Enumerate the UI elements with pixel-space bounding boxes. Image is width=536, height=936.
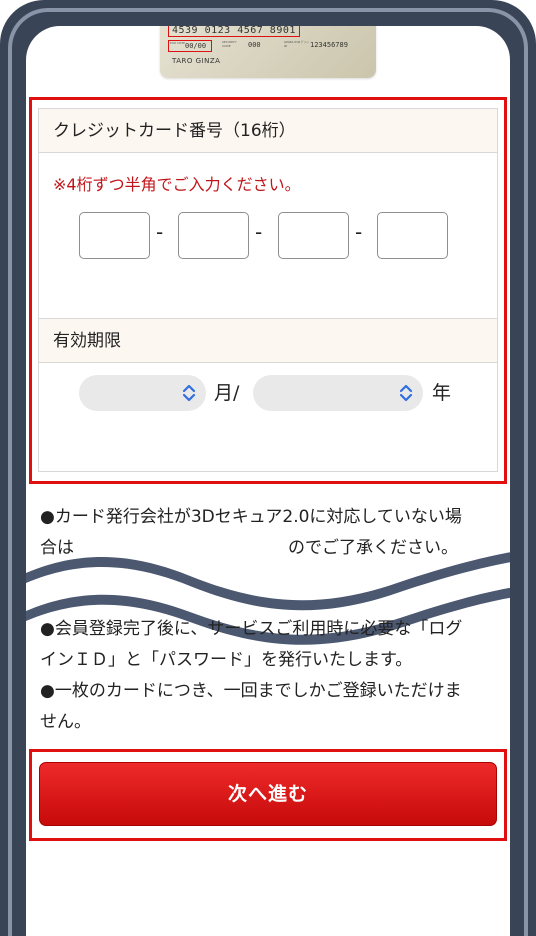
card-image-exp-label: EXP. DATE xyxy=(170,41,186,45)
card-image-ginza-value: 123456789 xyxy=(310,41,348,49)
expiry-month-unit: 月/ xyxy=(214,382,240,404)
card-image-security-value: 000 xyxy=(248,41,261,49)
card-image-holder: TARO GINZA xyxy=(172,57,221,65)
info-line-3: ●会員登録完了後に、サービスご利用時に必要な「ログ xyxy=(40,619,463,639)
next-button[interactable]: 次へ進む xyxy=(39,762,497,826)
info-line-4: インＩＤ」と「パスワード」を発行いたします。 xyxy=(40,650,413,670)
expiry-month-select[interactable] xyxy=(79,375,206,411)
info-text-lower: ●会員登録完了後に、サービスご利用時に必要な「ログ インＩＤ」と「パスワード」を… xyxy=(40,614,500,738)
card-image-exp-box: EXP. DATE 00/00 xyxy=(168,40,212,52)
card-number-separator: - xyxy=(156,220,164,244)
card-form-panel: クレジットカード番号（16桁） ※4桁ずつ半角でご入力ください。 - - - 有… xyxy=(38,108,498,472)
expiry-header: 有効期限 xyxy=(39,318,497,363)
chevron-up-down-icon xyxy=(399,384,413,402)
chevron-up-down-icon xyxy=(182,384,196,402)
card-number-input-2[interactable] xyxy=(178,212,249,259)
card-image-exp-value: 00/00 xyxy=(185,42,207,50)
credit-card-image: 4539 0123 4567 8901 EXP. DATE 00/00 SECU… xyxy=(160,26,376,78)
card-number-input-3[interactable] xyxy=(278,212,349,259)
card-number-separator: - xyxy=(255,220,263,244)
expiry-year-unit: 年 xyxy=(432,382,452,404)
card-number-header: クレジットカード番号（16桁） xyxy=(39,109,497,153)
card-number-input-1[interactable] xyxy=(79,212,150,259)
card-number-input-4[interactable] xyxy=(377,212,448,259)
expiry-year-select[interactable] xyxy=(253,375,423,411)
phone-screen: 4539 0123 4567 8901 EXP. DATE 00/00 SECU… xyxy=(26,26,510,936)
card-image-number: 4539 0123 4567 8901 xyxy=(168,26,300,37)
card-image-security-label: SECURITY CODE xyxy=(222,40,237,48)
card-number-note: ※4桁ずつ半角でご入力ください。 xyxy=(53,175,301,194)
info-line-5: ●一枚のカードにつき、一回までしかご登録いただけま xyxy=(40,681,462,701)
card-number-separator: - xyxy=(355,220,363,244)
info-line-6: せん。 xyxy=(40,712,91,732)
card-image-ginza-label: GINZA ID# ｸﾞﾘｰﾝID xyxy=(284,40,309,48)
